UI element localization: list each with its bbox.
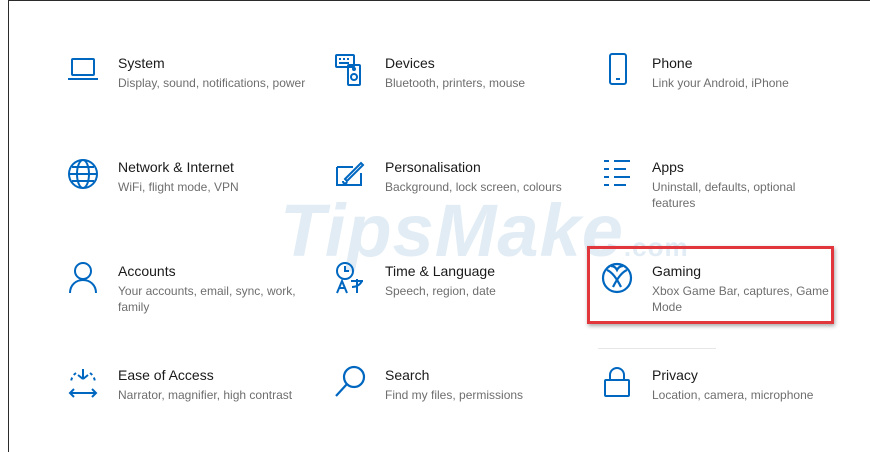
tile-subtitle: Link your Android, iPhone bbox=[652, 76, 789, 90]
tile-subtitle: Your accounts, email, sync, work, family bbox=[118, 284, 296, 314]
person-icon bbox=[66, 261, 100, 295]
tile-title: Network & Internet bbox=[118, 159, 234, 175]
settings-tile-search[interactable]: Search Find my files, permissions bbox=[333, 365, 573, 451]
laptop-icon bbox=[66, 53, 100, 87]
tile-subtitle: Uninstall, defaults, optional features bbox=[652, 180, 796, 210]
tile-subtitle: Display, sound, notifications, power bbox=[118, 76, 306, 90]
settings-tile-privacy[interactable]: Privacy Location, camera, microphone bbox=[600, 365, 840, 451]
settings-tile-ease-of-access[interactable]: Ease of Access Narrator, magnifier, high… bbox=[66, 365, 306, 451]
lock-icon bbox=[600, 365, 634, 399]
tile-title: Search bbox=[385, 367, 430, 383]
tile-title: Phone bbox=[652, 55, 693, 71]
tile-title: Apps bbox=[652, 159, 684, 175]
settings-tile-phone[interactable]: Phone Link your Android, iPhone bbox=[600, 53, 840, 139]
search-icon bbox=[333, 365, 367, 399]
window-top-border bbox=[8, 0, 870, 1]
gaming-highlight-box bbox=[587, 246, 834, 324]
time-language-icon bbox=[333, 261, 367, 295]
settings-tile-time-language[interactable]: Time & Language Speech, region, date bbox=[333, 261, 573, 347]
paint-brush-icon bbox=[333, 157, 367, 191]
settings-tile-system[interactable]: System Display, sound, notifications, po… bbox=[66, 53, 306, 139]
apps-list-icon bbox=[600, 157, 634, 191]
settings-tile-personalisation[interactable]: Personalisation Background, lock screen,… bbox=[333, 157, 573, 243]
tile-title: Personalisation bbox=[385, 159, 481, 175]
tile-title: Accounts bbox=[118, 263, 176, 279]
tile-title: Privacy bbox=[652, 367, 698, 383]
tile-subtitle: Narrator, magnifier, high contrast bbox=[118, 388, 293, 402]
tile-subtitle: Speech, region, date bbox=[385, 284, 496, 298]
tile-subtitle: Find my files, permissions bbox=[385, 388, 524, 402]
ease-of-access-icon bbox=[66, 365, 100, 399]
tile-subtitle: Background, lock screen, colours bbox=[385, 180, 562, 194]
tile-subtitle: Bluetooth, printers, mouse bbox=[385, 76, 526, 90]
settings-tile-accounts[interactable]: Accounts Your accounts, email, sync, wor… bbox=[66, 261, 306, 347]
keyboard-speaker-icon bbox=[333, 53, 367, 87]
divider bbox=[598, 348, 716, 349]
tile-subtitle: Location, camera, microphone bbox=[652, 388, 814, 402]
settings-tile-network[interactable]: Network & Internet WiFi, flight mode, VP… bbox=[66, 157, 306, 243]
settings-tile-apps[interactable]: Apps Uninstall, defaults, optional featu… bbox=[600, 157, 840, 243]
tile-title: Time & Language bbox=[385, 263, 495, 279]
tile-title: System bbox=[118, 55, 165, 71]
globe-icon bbox=[66, 157, 100, 191]
settings-tile-devices[interactable]: Devices Bluetooth, printers, mouse bbox=[333, 53, 573, 139]
tile-title: Devices bbox=[385, 55, 435, 71]
tile-title: Ease of Access bbox=[118, 367, 214, 383]
phone-icon bbox=[600, 53, 634, 87]
window-left-border bbox=[8, 0, 9, 452]
tile-subtitle: WiFi, flight mode, VPN bbox=[118, 180, 239, 194]
